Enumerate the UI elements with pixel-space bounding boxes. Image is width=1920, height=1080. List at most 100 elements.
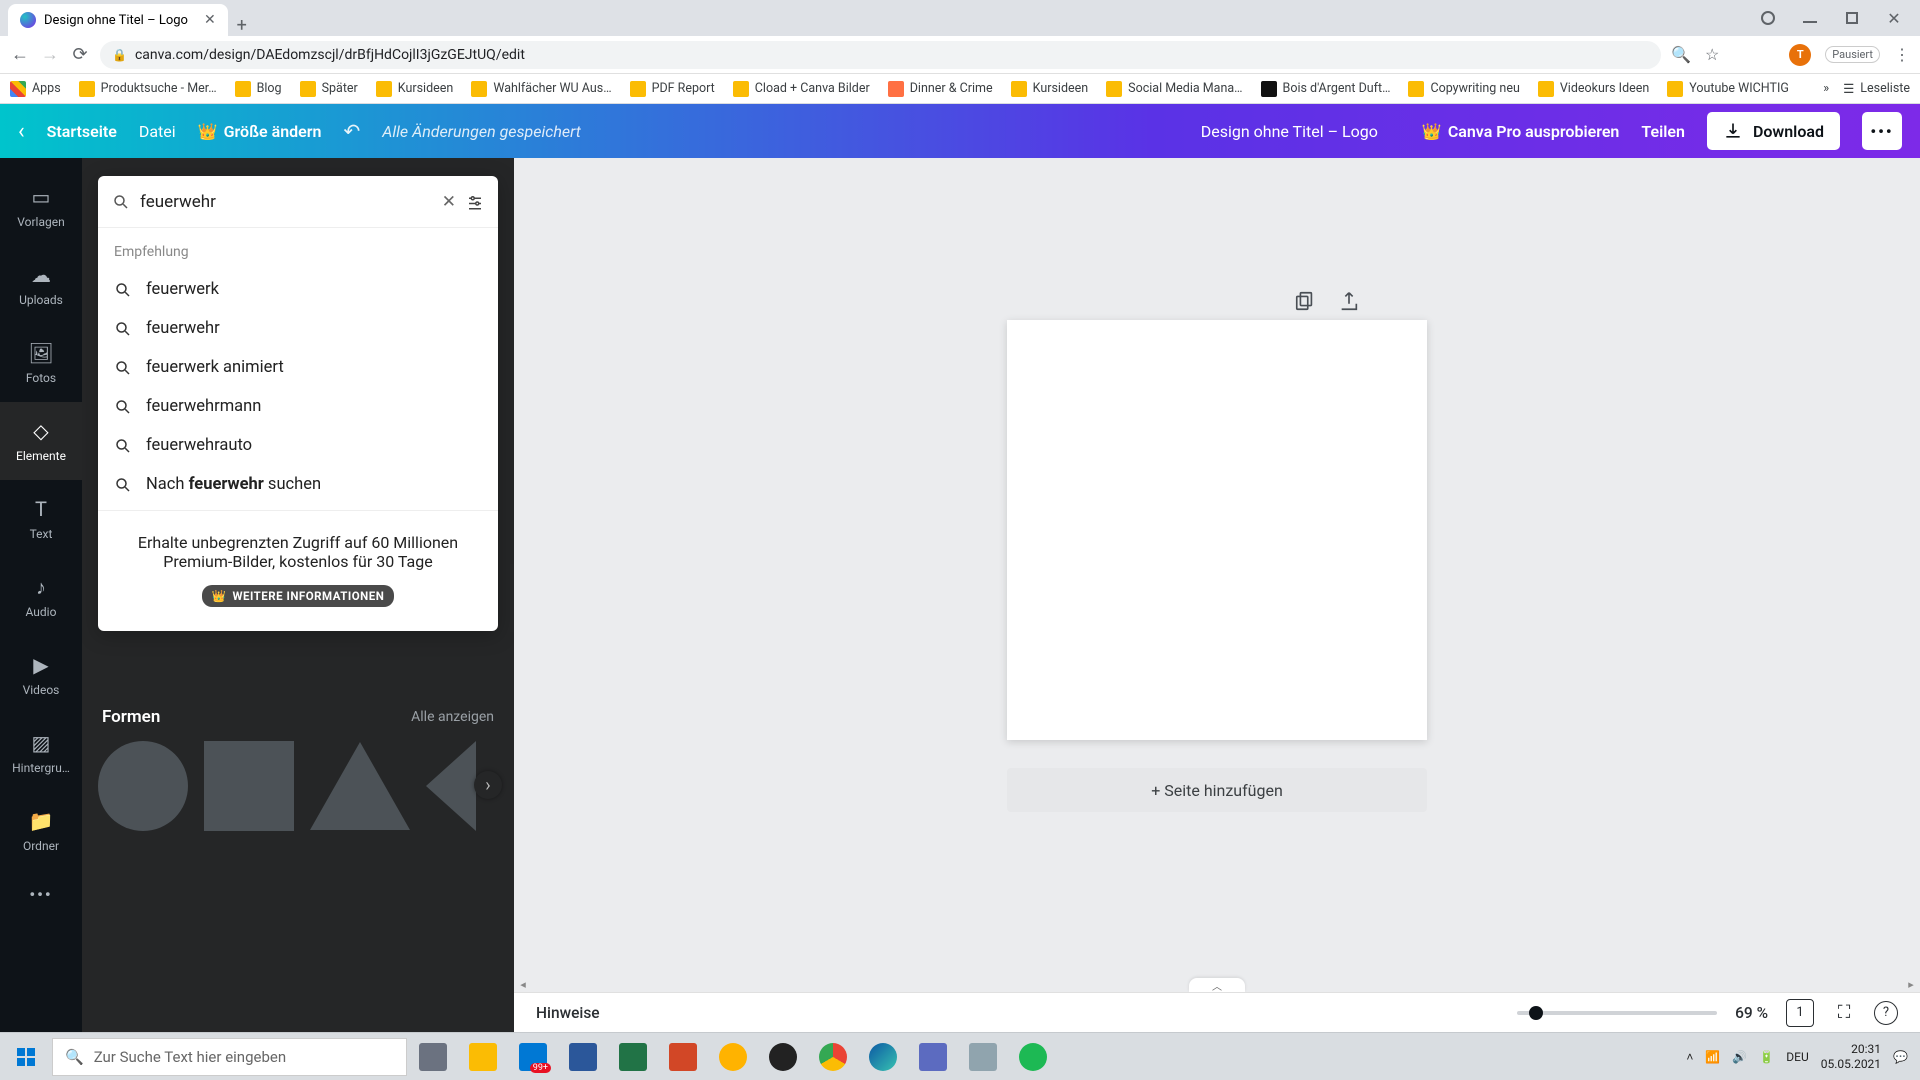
bookmark-item[interactable]: Kursideen — [1011, 81, 1089, 97]
taskbar-app[interactable] — [959, 1035, 1007, 1079]
address-bar[interactable]: 🔒 canva.com/design/DAEdomzscjl/drBfjHdCo… — [100, 41, 1661, 69]
maximize-button[interactable] — [1834, 12, 1870, 24]
notes-button[interactable]: Hinweise — [536, 1004, 600, 1022]
reading-list-button[interactable]: ☰Leseliste — [1843, 81, 1910, 97]
taskbar-app[interactable] — [709, 1035, 757, 1079]
tray-wifi-icon[interactable]: 📶 — [1705, 1050, 1720, 1064]
bookmark-overflow-button[interactable]: » — [1823, 81, 1829, 97]
home-link[interactable]: Startseite — [47, 122, 117, 141]
tray-clock[interactable]: 20:31 05.05.2021 — [1821, 1042, 1881, 1072]
add-page-button[interactable]: + Seite hinzufügen — [1007, 768, 1427, 812]
rail-templates[interactable]: ▭Vorlagen — [0, 168, 82, 246]
bookmark-item[interactable]: Später — [300, 81, 358, 97]
more-menu-button[interactable]: ••• — [1862, 112, 1902, 150]
browser-tab-active[interactable]: Design ohne Titel – Logo ✕ — [8, 4, 228, 36]
clear-search-button[interactable]: ✕ — [442, 192, 456, 212]
bookmark-item[interactable]: Bois d'Argent Duft… — [1261, 81, 1391, 97]
new-tab-button[interactable]: + — [228, 15, 256, 36]
rail-elements[interactable]: ◇Elemente — [0, 402, 82, 480]
shape-square[interactable] — [204, 741, 294, 831]
zoom-slider-knob[interactable] — [1529, 1006, 1543, 1020]
shape-circle[interactable] — [98, 741, 188, 831]
suggestion-item[interactable]: feuerwehrmann — [98, 387, 498, 426]
suggestion-item[interactable]: feuerwehr — [98, 309, 498, 348]
zoom-slider[interactable] — [1517, 1011, 1717, 1015]
rail-videos[interactable]: ▶Videos — [0, 636, 82, 714]
bookmark-item[interactable]: Videokurs Ideen — [1538, 81, 1649, 97]
taskbar-powerpoint[interactable] — [659, 1035, 707, 1079]
taskbar-chrome[interactable] — [809, 1035, 857, 1079]
rail-background[interactable]: ▨Hintergru… — [0, 714, 82, 792]
bookmark-apps[interactable]: Apps — [10, 81, 61, 97]
file-menu[interactable]: Datei — [139, 122, 176, 141]
document-title[interactable]: Design ohne Titel – Logo — [1201, 122, 1378, 141]
zoom-value[interactable]: 69 % — [1735, 1004, 1768, 1022]
taskbar-search[interactable]: 🔍 Zur Suche Text hier eingeben — [52, 1038, 407, 1076]
suggestion-item[interactable]: feuerwerk animiert — [98, 348, 498, 387]
try-pro-button[interactable]: 👑 Canva Pro ausprobieren — [1422, 122, 1619, 141]
bookmark-item[interactable]: Blog — [235, 81, 282, 97]
tray-notifications-icon[interactable]: 💬 — [1893, 1050, 1908, 1064]
bookmark-star-icon[interactable]: ☆ — [1705, 45, 1719, 64]
search-input[interactable] — [140, 192, 432, 212]
rail-folder[interactable]: 📁Ordner — [0, 792, 82, 870]
taskbar-app[interactable] — [909, 1035, 957, 1079]
bookmark-item[interactable]: Youtube WICHTIG — [1667, 81, 1789, 97]
resize-button[interactable]: 👑 Größe ändern — [198, 122, 322, 141]
design-page[interactable] — [1007, 320, 1427, 740]
share-button[interactable]: Teilen — [1641, 122, 1685, 141]
shape-triangle[interactable] — [310, 742, 410, 830]
taskbar-mail[interactable]: 99+ — [509, 1035, 557, 1079]
chrome-menu-button[interactable]: ⋮ — [1894, 45, 1910, 64]
profile-avatar[interactable]: T — [1789, 44, 1811, 66]
shapes-next-button[interactable]: › — [474, 771, 502, 799]
account-dot-icon[interactable] — [1750, 11, 1786, 25]
rail-photos[interactable]: 🖼Fotos — [0, 324, 82, 402]
rail-uploads[interactable]: ☁Uploads — [0, 246, 82, 324]
bookmark-item[interactable]: Copywriting neu — [1408, 81, 1519, 97]
taskbar-obs[interactable] — [759, 1035, 807, 1079]
download-button[interactable]: Download — [1707, 112, 1840, 150]
promo-learn-more-button[interactable]: 👑WEITERE INFORMATIONEN — [202, 585, 395, 607]
taskbar-edge[interactable] — [859, 1035, 907, 1079]
fullscreen-button[interactable]: ⛶ — [1832, 1001, 1856, 1025]
shapes-see-all-link[interactable]: Alle anzeigen — [411, 709, 494, 725]
taskbar-excel[interactable] — [609, 1035, 657, 1079]
nav-back-button[interactable]: ← — [10, 45, 30, 65]
zoom-reset-icon[interactable]: 🔍 — [1671, 45, 1691, 64]
canvas-scroll[interactable]: + Seite hinzufügen ︿ ◂▸ — [514, 158, 1920, 992]
search-filter-button[interactable] — [466, 193, 484, 211]
shape-partial[interactable] — [426, 741, 476, 831]
tray-volume-icon[interactable]: 🔊 — [1732, 1050, 1747, 1064]
suggestion-item[interactable]: feuerwehrauto — [98, 426, 498, 465]
page-count-button[interactable]: 1 — [1786, 999, 1814, 1027]
bookmark-item[interactable]: Wahlfächer WU Aus… — [471, 81, 611, 97]
close-window-button[interactable]: ✕ — [1876, 9, 1912, 28]
nav-forward-button[interactable]: → — [40, 45, 60, 65]
undo-button[interactable]: ↶ — [343, 119, 360, 143]
taskbar-spotify[interactable] — [1009, 1035, 1057, 1079]
rail-text[interactable]: TText — [0, 480, 82, 558]
bookmark-item[interactable]: Dinner & Crime — [888, 81, 993, 97]
taskbar-explorer[interactable] — [459, 1035, 507, 1079]
minimize-button[interactable] — [1792, 13, 1828, 23]
sync-paused-badge[interactable]: Pausiert — [1825, 46, 1880, 63]
tray-language[interactable]: DEU — [1786, 1050, 1808, 1064]
close-tab-icon[interactable]: ✕ — [204, 12, 216, 28]
nav-reload-button[interactable]: ⟳ — [70, 45, 90, 65]
rail-more-button[interactable]: ••• — [29, 874, 52, 914]
task-view-button[interactable] — [409, 1035, 457, 1079]
bookmark-item[interactable]: PDF Report — [630, 81, 715, 97]
search-for-item[interactable]: Nach feuerwehr suchen — [98, 465, 498, 504]
rail-audio[interactable]: ♪Audio — [0, 558, 82, 636]
start-button[interactable] — [2, 1033, 50, 1080]
tray-chevron-icon[interactable]: ˄ — [1686, 1050, 1693, 1064]
back-chevron-icon[interactable]: ‹ — [18, 119, 25, 144]
taskbar-word[interactable] — [559, 1035, 607, 1079]
help-button[interactable]: ? — [1874, 1001, 1898, 1025]
bookmark-item[interactable]: Produktsuche - Mer… — [79, 81, 217, 97]
duplicate-page-icon[interactable] — [1294, 290, 1316, 312]
suggestion-item[interactable]: feuerwerk — [98, 270, 498, 309]
tray-battery-icon[interactable]: 🔋 — [1759, 1050, 1774, 1064]
share-page-icon[interactable] — [1338, 290, 1360, 312]
